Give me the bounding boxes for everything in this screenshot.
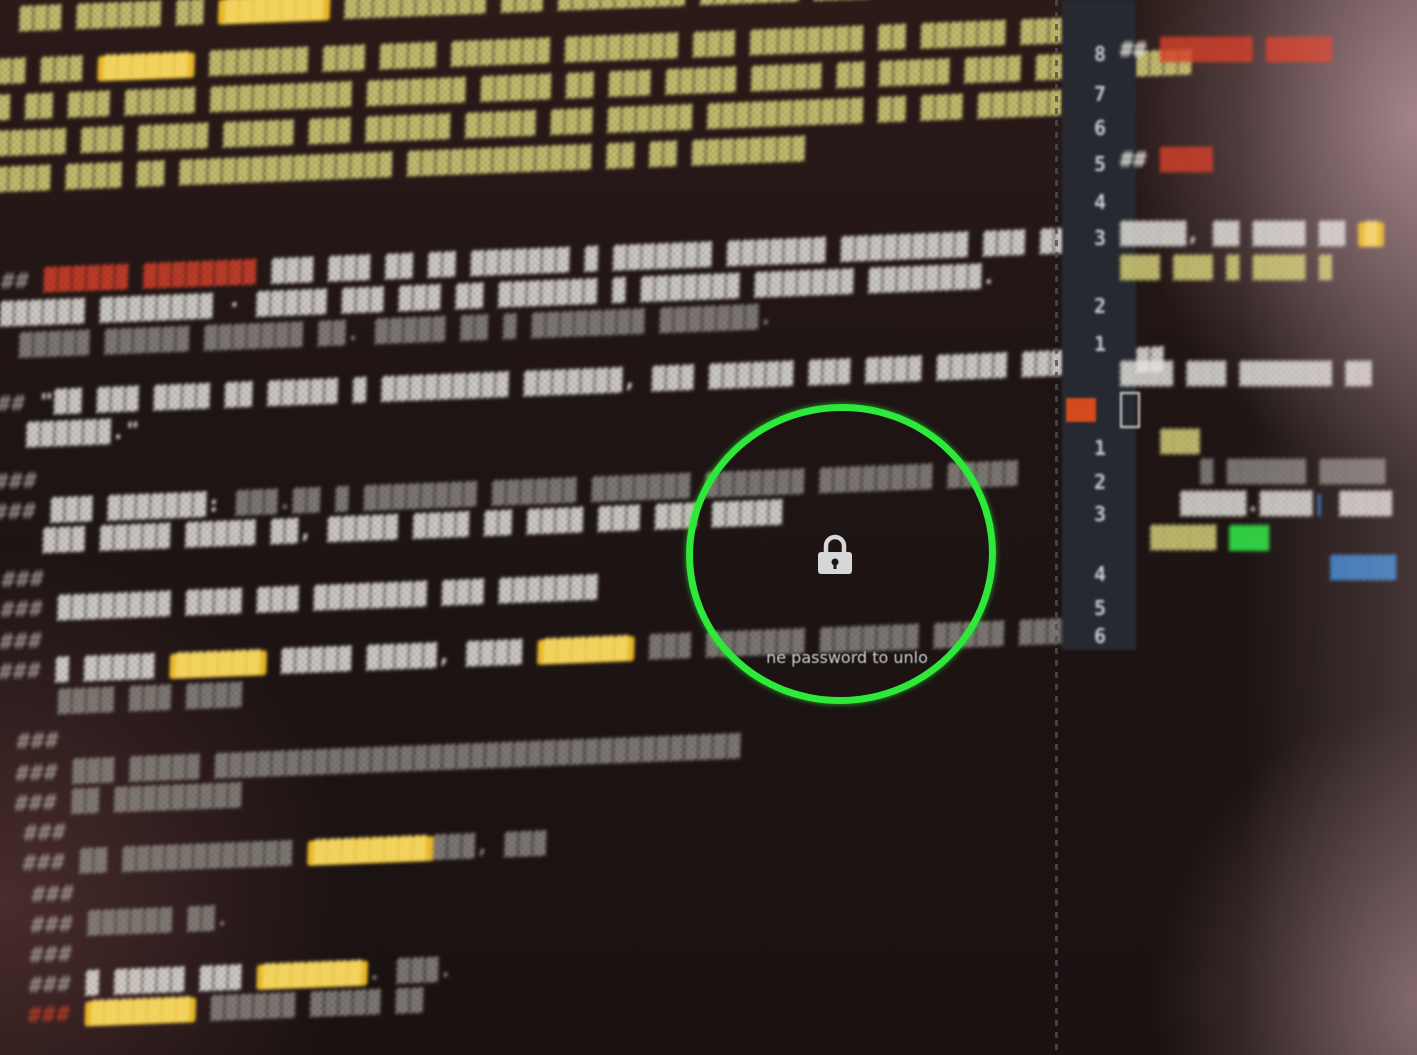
code-line: ▓▓▓▓▓ ▓▓▓: [1150, 526, 1270, 551]
gutter-line-number: 1: [1094, 436, 1107, 460]
current-line-marker: [1066, 398, 1096, 422]
gutter-line-number: 1: [1094, 332, 1107, 356]
code-line: ▓▓▓▓▓: [1330, 556, 1397, 581]
code-line: ### ▓▓▓▓▓▓ ▓▓.: [30, 905, 231, 939]
code-line: ## ▓▓▓▓: [1120, 148, 1213, 173]
gutter-line-number: 7: [1094, 82, 1107, 106]
gutter-line-number: 2: [1094, 294, 1107, 318]
code-line: ▓ ▓▓▓▓▓▓ ▓▓▓▓▓: [1200, 460, 1386, 485]
code-line: ### ▓▓ ▓▓▓▓▓▓▓▓▓▓▓▓ ▓▓▓▓▓▓▓▓ ▓▓▓, ▓▓▓: [22, 831, 548, 877]
gutter-line-number: 3: [1094, 226, 1107, 250]
pane-divider: [1055, 0, 1058, 1055]
gutter-line-number: 3: [1094, 502, 1107, 526]
code-line: ▓▓▓▓▓, ▓▓ ▓▓▓▓ ▓▓ ▓: [1120, 222, 1384, 247]
gutter-line-number: 5: [1094, 596, 1107, 620]
code-line: ▓▓▓ ▓▓▓ ▓ ▓▓▓▓ ▓: [1120, 256, 1332, 281]
code-line: ###: [1, 566, 45, 594]
gutter-line-number: 5: [1094, 152, 1107, 176]
code-line: ###: [0, 628, 43, 656]
code-line: ▓▓▓▓▓.▓▓▓▓| ▓▓▓▓: [1180, 492, 1392, 517]
gutter-line-number: 4: [1094, 190, 1107, 214]
code-line: ▓▓▓ ▓▓▓▓▓▓ ▓▓ ▓▓▓▓▓▓▓ ▓▓▓▓▓▓▓▓▓▓ ▓▓▓ ▓▓▓…: [19, 0, 872, 33]
code-line: ###: [0, 468, 38, 496]
gutter-line-number: 8: [1094, 42, 1107, 66]
gutter-line-number: 2: [1094, 470, 1107, 494]
code-line: ▓▓▓▓▓▓.": [25, 418, 141, 449]
code-line: ▓▓▓▓ ▓▓▓ ▓▓▓▓: [57, 683, 244, 716]
screen-photo: ▓▓▓ ▓▓▓▓▓▓ ▓▓ ▓▓▓▓▓▓▓ ▓▓ ▓▓▓ ▓▓▓▓▓ ▓ ▓▓ ▓▓▓…: [0, 0, 1417, 1055]
code-line: ###: [29, 941, 73, 969]
code-line: ### ▓▓▓▓▓▓▓▓ ▓▓▓▓ ▓▓▓ ▓▓▓▓▓▓▓▓ ▓▓▓ ▓▓▓▓▓▓…: [0, 575, 599, 624]
code-line: ### ▓▓ ▓▓▓▓▓▓▓▓▓: [14, 783, 243, 818]
gutter-line-number: 6: [1094, 624, 1107, 648]
code-line: ▓▓▓: [1160, 430, 1200, 455]
code-line: ###: [31, 881, 75, 909]
code-line: ###: [23, 820, 67, 847]
editor-right-pane: ## ▓▓▓▓▓▓▓ ▓▓▓▓▓ ## ▓▓▓▓ ▓▓▓▓▓, ▓▓ ▓▓▓▓ …: [1120, 0, 1417, 1055]
code-line: ###: [16, 728, 60, 755]
code-line: ### ▓▓▓ ▓▓▓▓▓ ▓▓▓▓▓▓▓▓▓▓▓▓▓▓▓▓▓▓▓▓▓▓▓▓▓▓▓…: [15, 734, 742, 787]
gutter-line-number: 4: [1094, 562, 1107, 586]
code-line: ▓▓▓▓ ▓▓▓ ▓▓▓▓▓▓▓ ▓▓: [1120, 362, 1372, 387]
code-line: ## "▓▓ ▓▓▓ ▓▓▓▓ ▓▓ ▓▓▓▓▓ ▓ ▓▓▓▓▓▓▓▓▓ ▓▓▓▓…: [0, 347, 1165, 418]
gutter-line-number: 6: [1094, 116, 1107, 140]
code-line: ## ▓▓▓▓▓▓▓ ▓▓▓▓▓: [1120, 38, 1332, 63]
